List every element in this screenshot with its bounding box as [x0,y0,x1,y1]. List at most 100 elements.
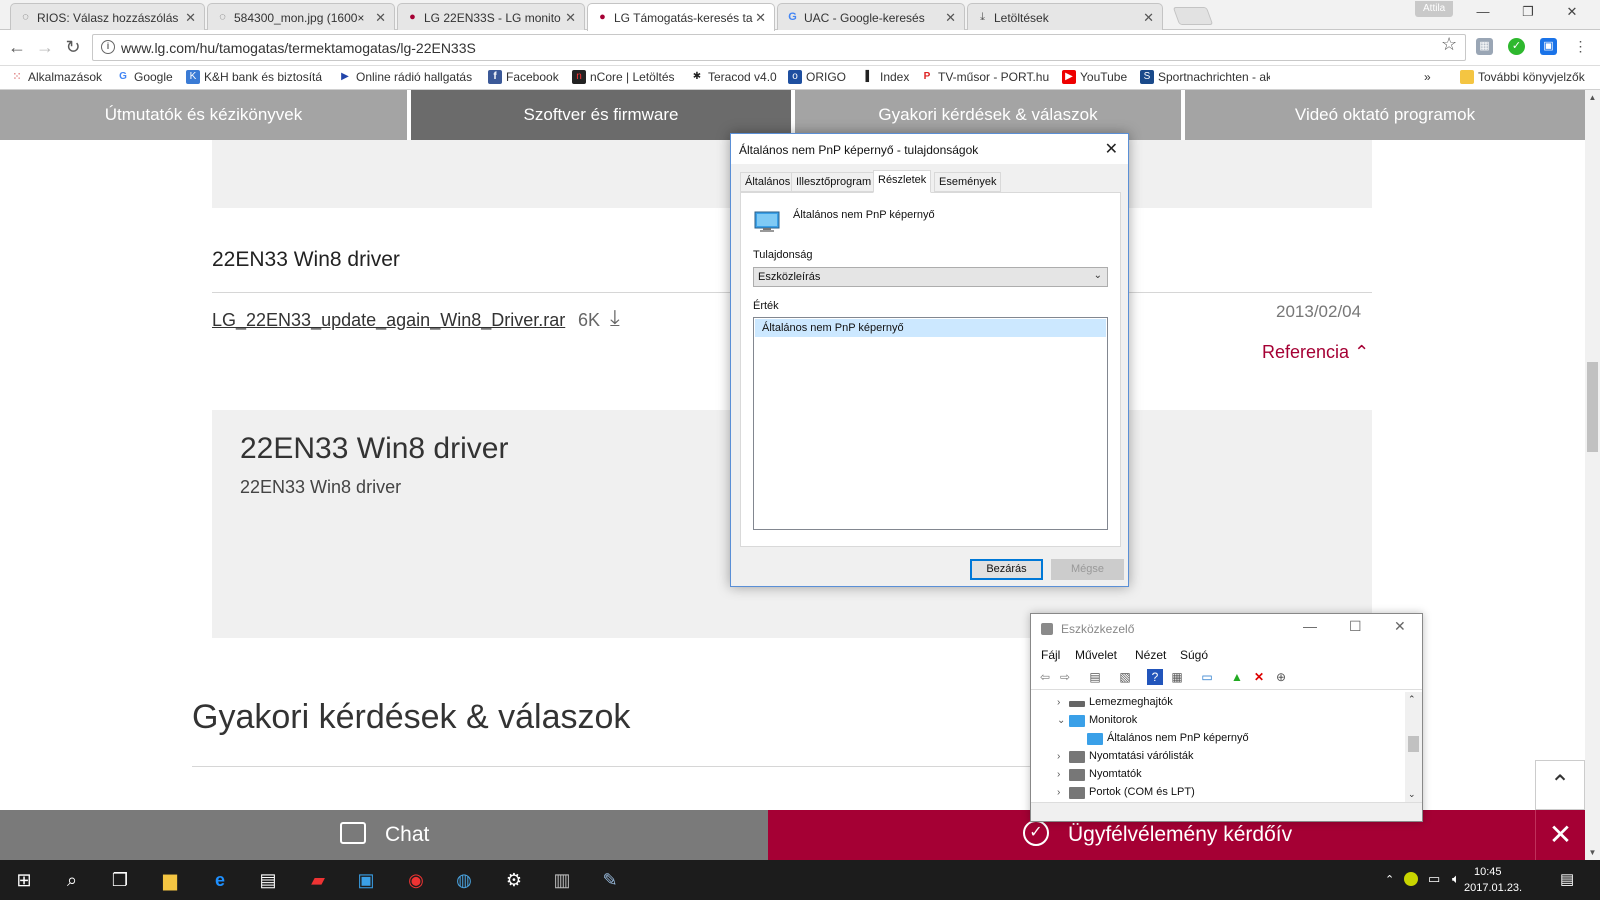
help-icon[interactable]: ? [1147,669,1163,685]
browser-tab-active[interactable]: ● LG Támogatás-keresés ta ✕ [587,3,775,31]
close-button[interactable]: Bezárás [970,559,1043,580]
bookmark[interactable]: G Google [116,70,173,84]
chat-button[interactable]: Chat [0,810,768,860]
menu-action[interactable]: Művelet [1075,648,1117,662]
network-icon[interactable]: ▭ [1428,871,1440,887]
bookmark[interactable]: o ORIGO [788,70,846,84]
menu-file[interactable]: Fájl [1041,648,1060,662]
value-list[interactable]: Általános nem PnP képernyő [753,317,1108,530]
settings-gear-icon[interactable]: ⚙ [502,868,526,892]
search-icon[interactable]: ⌕ [60,868,84,892]
property-select[interactable]: Eszközleírás ⌄ [753,267,1108,287]
browser-tab[interactable]: G UAC - Google-keresés ✕ [777,3,965,30]
other-bookmarks-folder[interactable]: További könyvjelzők [1460,70,1585,84]
forward-icon[interactable]: ⇨ [1057,669,1073,685]
scroll-down-arrow[interactable]: ▼ [1585,845,1600,860]
windows-start-icon[interactable]: ⊞ [12,868,36,892]
show-hidden-icons-icon[interactable]: ⌃ [1385,873,1394,886]
cancel-button[interactable]: Mégse [1051,559,1124,580]
view-icon[interactable]: ▦ [1169,669,1185,685]
app-icon[interactable]: ▰ [306,868,330,892]
tab-events[interactable]: Események [934,172,1002,192]
forward-icon[interactable]: → [34,38,56,56]
edge-icon[interactable]: e [208,868,232,892]
file-explorer-icon[interactable]: ▆ [158,868,182,892]
tree-scrollbar[interactable]: ⌃ ⌄ [1405,692,1422,802]
scroll-up-arrow[interactable]: ▲ [1585,90,1600,105]
tab-general[interactable]: Általános [740,172,796,192]
extension-icon[interactable]: ▣ [1540,38,1557,55]
bookmark[interactable]: ▶ Online rádió hallgatás [338,70,472,84]
app-icon[interactable]: ▣ [354,868,378,892]
store-icon[interactable]: ▤ [256,868,280,892]
close-icon[interactable]: ✕ [1394,618,1406,635]
volume-icon[interactable]: 🔈︎ [1452,871,1460,887]
minimize-icon[interactable]: — [1303,618,1317,634]
checkmark-extension-icon[interactable]: ✓ [1508,38,1525,55]
tab-close-icon[interactable]: ✕ [755,10,766,26]
restore-icon[interactable]: ❐ [1513,4,1543,20]
clock-date[interactable]: 2017.01.23. [1464,882,1522,894]
menu-help[interactable]: Súgó [1180,648,1208,662]
properties-icon[interactable]: ▧ [1117,669,1133,685]
device-manager-icon[interactable]: ▥ [550,868,574,892]
tab-close-icon[interactable]: ✕ [945,10,956,26]
tab-driver[interactable]: Illesztőprogram [791,172,877,192]
tree-view-icon[interactable]: ▤ [1087,669,1103,685]
list-item[interactable]: Általános nem PnP képernyő [755,319,1106,337]
task-view-icon[interactable]: ❐ [108,868,132,892]
tab-close-icon[interactable]: ✕ [565,10,576,26]
reload-icon[interactable]: ↻ [62,38,84,56]
bookmark[interactable]: ✱ Teracod v4.0 [690,70,777,84]
bookmark[interactable]: ▶ YouTube [1062,70,1127,84]
bookmark[interactable]: f Facebook [488,70,559,84]
tab-details[interactable]: Részletek [873,170,932,193]
tab-close-icon[interactable]: ✕ [185,10,196,26]
browser-tab[interactable]: ⤓ Letöltések ✕ [967,3,1163,30]
driver-download-link[interactable]: LG_22EN33_update_again_Win8_Driver.rar [212,310,565,331]
close-icon[interactable]: ✕ [1557,4,1587,20]
bookmark[interactable]: K K&H bank és biztosítá [186,70,322,84]
bookmark[interactable]: n nCore | Letöltés [572,70,675,84]
nav-videos[interactable]: Videó oktató programok [1185,90,1585,140]
menu-icon[interactable]: ⋮ [1572,38,1589,55]
extension-icon[interactable]: ▦ [1476,38,1493,55]
scroll-up-arrow[interactable]: ⌃ [1408,694,1416,705]
clock-time[interactable]: 10:45 [1474,866,1502,878]
browser-tab[interactable]: ◌ 584300_mon.jpg (1600× ✕ [207,3,395,30]
bookmark[interactable]: P TV-műsor - PORT.hu [920,70,1049,84]
scroll-down-arrow[interactable]: ⌄ [1408,789,1416,800]
update-driver-icon[interactable]: ▲ [1229,669,1245,685]
reference-toggle[interactable]: Referencia ⌃ [1262,342,1369,363]
back-icon[interactable]: ⇦ [1037,669,1053,685]
close-bar-button[interactable]: ✕ [1535,810,1585,860]
tray-app-icon[interactable] [1404,872,1418,886]
scan-hardware-icon[interactable]: ▭ [1199,669,1215,685]
page-scrollbar[interactable]: ▲ ▼ [1585,90,1600,860]
chrome-icon[interactable]: ◉ [404,868,428,892]
url-field[interactable]: i www.lg.com/hu/tamogatas/termektamogata… [92,34,1466,61]
app-icon[interactable]: ◍ [452,868,476,892]
notifications-icon[interactable]: ▤ [1560,870,1574,888]
scroll-thumb[interactable] [1587,362,1598,452]
browser-tab[interactable]: ◌ RIOS: Válasz hozzászólás ✕ [10,3,205,30]
uninstall-icon[interactable]: ✕ [1251,669,1267,685]
minimize-icon[interactable]: — [1468,4,1498,19]
nav-manuals[interactable]: Útmutatók és kézikönyvek [0,90,407,140]
more-bookmarks-button[interactable]: » [1424,70,1431,84]
download-icon[interactable]: ⤓ [610,305,620,331]
paint-icon[interactable]: ✎ [598,868,622,892]
scroll-top-button[interactable]: ⌃ [1535,760,1585,810]
maximize-icon[interactable]: ☐ [1349,618,1362,635]
scroll-thumb[interactable] [1408,736,1419,752]
back-icon[interactable]: ← [6,38,28,56]
tab-close-icon[interactable]: ✕ [375,10,386,26]
browser-tab[interactable]: ● LG 22EN33S - LG monito ✕ [397,3,585,30]
bookmark-apps[interactable]: ⁙ Alkalmazások [10,70,102,84]
new-tab-button[interactable] [1172,7,1214,25]
bookmark-star-icon[interactable]: ☆ [1441,34,1457,55]
download-icon[interactable]: ⊕ [1273,669,1289,685]
menu-view[interactable]: Nézet [1135,648,1166,662]
info-icon[interactable]: i [101,40,115,54]
tab-close-icon[interactable]: ✕ [1143,10,1154,26]
